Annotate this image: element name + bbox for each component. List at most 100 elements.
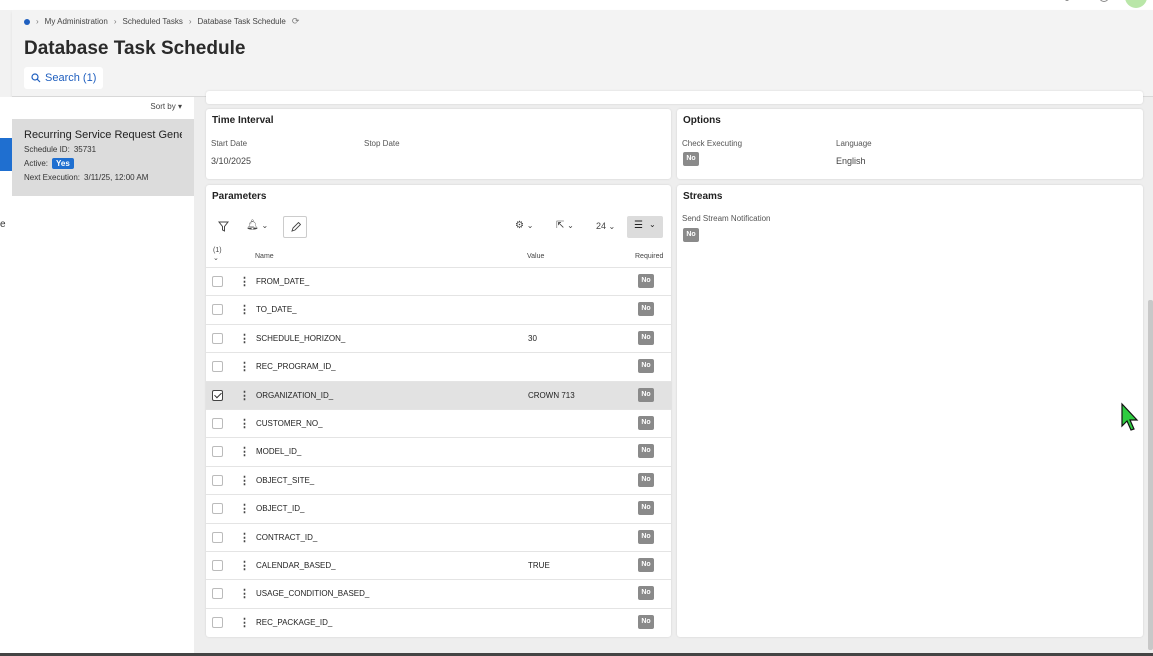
active-line: Active: Yes [24, 158, 182, 169]
time-interval-card: Time Interval Start Date 3/10/2025 Stop … [206, 109, 671, 179]
table-row[interactable]: ⋮ USAGE_CONDITION_BASED_ No [206, 579, 672, 607]
row-menu-icon[interactable]: ⋮ [239, 559, 250, 572]
search-button[interactable]: Search (1) [24, 67, 104, 89]
export-icon: ⇱ [556, 220, 565, 231]
row-checkbox[interactable] [212, 474, 223, 486]
next-execution-line: Next Execution: 3/11/25, 12:00 AM [24, 173, 182, 182]
row-checkbox[interactable] [212, 588, 223, 600]
breadcrumb-item-database-task-schedule: Database Task Schedule [197, 17, 286, 26]
column-header-required[interactable]: Required [635, 253, 663, 260]
schedule-id-value: 35731 [73, 145, 97, 154]
edit-button[interactable] [283, 216, 307, 238]
row-checkbox[interactable] [212, 332, 223, 344]
column-header-name[interactable]: Name [255, 253, 274, 260]
nav-letter: e [0, 219, 6, 230]
selected-count[interactable]: (1) ⌄ [213, 247, 222, 262]
row-checkbox[interactable] [212, 503, 223, 515]
row-checkbox[interactable] [212, 361, 223, 373]
check-executing-label: Check Executing [682, 139, 743, 148]
user-icon[interactable] [1065, 0, 1069, 1]
table-row[interactable]: ⋮ CUSTOMER_NO_ No [206, 409, 672, 437]
table-row[interactable]: ⋮ CONTRACT_ID_ No [206, 522, 672, 551]
row-menu-icon[interactable]: ⋮ [239, 502, 250, 515]
mouse-cursor-icon [1121, 402, 1139, 431]
row-checkbox[interactable] [212, 560, 223, 571]
status-badge: Yes [52, 158, 74, 169]
selected-count-text: (1) [213, 247, 222, 254]
view-mode-dropdown[interactable]: ☰ ⌄ [627, 216, 663, 238]
parameters-card: Parameters 🔔︎ ⌄ ⚙ ⌄ ⇱ ⌄ 24 ⌄ ☰ ⌄ (1) ⌄ Na… [206, 185, 672, 637]
refresh-icon[interactable]: ⟳ [292, 16, 300, 27]
schedule-id-line: Schedule ID: 35731 [24, 145, 182, 154]
active-label: Active: [24, 159, 49, 168]
left-nav-strip: e [0, 97, 12, 656]
home-icon[interactable] [24, 18, 30, 25]
page-size-dropdown[interactable]: 24 ⌄ [596, 221, 615, 231]
row-checkbox[interactable] [212, 446, 223, 458]
nav-active-indicator [0, 138, 12, 171]
row-menu-icon[interactable]: ⋮ [239, 275, 250, 288]
breadcrumb-item-my-administration[interactable]: My Administration [45, 17, 108, 26]
row-menu-icon[interactable]: ⋮ [239, 445, 250, 458]
row-menu-icon[interactable]: ⋮ [239, 417, 250, 430]
chevron-right-icon: › [188, 17, 192, 26]
table-row[interactable]: ⋮ OBJECT_ID_ No [206, 494, 672, 522]
table-row[interactable]: ⋮ FROM_DATE_ No [206, 267, 672, 295]
table-row[interactable]: ⋮ REC_PACKAGE_ID_ No [206, 607, 672, 636]
required-badge: No [638, 274, 654, 288]
table-row[interactable]: ⋮ REC_PROGRAM_ID_ No [206, 352, 672, 380]
scrollbar[interactable] [1148, 300, 1153, 650]
row-menu-icon[interactable]: ⋮ [239, 389, 250, 402]
export-dropdown[interactable]: ⇱ ⌄ [556, 220, 574, 231]
table-row[interactable]: ⋮ OBJECT_SITE_ No [206, 465, 672, 494]
table-row[interactable]: ⋮ TO_DATE_ No [206, 295, 672, 323]
list-view-icon: ☰ [634, 220, 643, 231]
row-checkbox[interactable] [212, 304, 223, 316]
row-menu-icon[interactable]: ⋮ [239, 360, 250, 373]
required-badge: No [638, 472, 654, 487]
start-date-label: Start Date [211, 139, 248, 148]
required-badge: No [638, 501, 654, 516]
row-menu-icon[interactable]: ⋮ [239, 531, 250, 544]
help-icon[interactable] [1099, 0, 1109, 2]
column-header-value[interactable]: Value [527, 253, 544, 260]
row-menu-icon[interactable]: ⋮ [239, 474, 250, 487]
parameter-name: FROM_DATE_ [256, 277, 310, 286]
row-checkbox[interactable] [212, 616, 223, 628]
filter-icon[interactable] [217, 221, 230, 235]
required-badge: No [638, 302, 654, 317]
table-row[interactable]: ⋮ MODEL_ID_ No [206, 437, 672, 465]
table-row[interactable]: ⋮ ORGANIZATION_ID_ CROWN 713 No [206, 380, 672, 409]
schedule-id-label: Schedule ID: [24, 145, 70, 154]
bell-icon[interactable]: 🔔︎ ⌄ [246, 220, 268, 231]
parameter-name: OBJECT_ID_ [256, 504, 305, 514]
breadcrumb-item-scheduled-tasks[interactable]: Scheduled Tasks [122, 17, 182, 26]
avatar[interactable] [1125, 0, 1147, 8]
row-menu-icon[interactable]: ⋮ [239, 587, 250, 600]
parameter-name: CONTRACT_ID_ [256, 532, 318, 542]
parameter-name: OBJECT_SITE_ [256, 475, 315, 485]
chevron-right-icon: › [113, 17, 117, 26]
required-badge: No [638, 330, 654, 345]
row-menu-icon[interactable]: ⋮ [239, 303, 250, 316]
row-checkbox[interactable] [212, 389, 223, 401]
row-checkbox[interactable] [212, 418, 223, 429]
table-row[interactable]: ⋮ CALENDAR_BASED_ TRUE No [206, 551, 672, 579]
list-item[interactable]: Recurring Service Request Generation Sch… [12, 119, 194, 196]
row-menu-icon[interactable]: ⋮ [239, 332, 250, 345]
settings-dropdown[interactable]: ⚙ ⌄ [515, 220, 533, 231]
top-bar [0, 0, 1153, 10]
table-row[interactable]: ⋮ SCHEDULE_HORIZON_ 30 No [206, 323, 672, 352]
sort-by-dropdown[interactable]: Sort by ▾ [150, 102, 182, 111]
row-checkbox[interactable] [212, 531, 223, 543]
required-badge: No [638, 558, 654, 572]
parameter-value: TRUE [528, 561, 550, 570]
parameter-name: MODEL_ID_ [256, 447, 302, 457]
caret-down-icon: ▾ [177, 102, 182, 111]
row-menu-icon[interactable]: ⋮ [239, 616, 250, 629]
check-executing-badge: No [683, 152, 699, 166]
search-button-label: Search (1) [45, 72, 97, 84]
parameter-value: CROWN 713 [528, 390, 575, 400]
row-checkbox[interactable] [212, 276, 223, 287]
page-title: Database Task Schedule [24, 38, 246, 59]
